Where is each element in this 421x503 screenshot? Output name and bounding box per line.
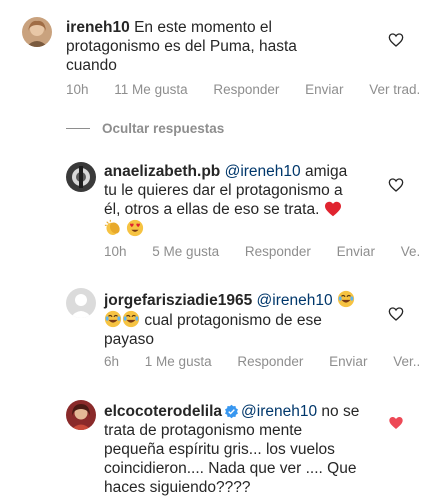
mention-link[interactable]: @ireneh10	[225, 163, 301, 180]
heart-icon[interactable]	[388, 32, 404, 48]
translate-button[interactable]: Ver trad...	[369, 82, 421, 97]
divider	[66, 128, 90, 129]
username[interactable]: jorgefarisziadie1965	[104, 292, 252, 309]
laughing-emoji-icon	[122, 310, 140, 328]
comment-text: anaelizabeth.pb @ireneh10 amiga tu le qu…	[104, 162, 384, 239]
comment-meta: 10h 5 Me gusta Responder Enviar Ve...	[104, 244, 421, 259]
comment-time: 6h	[104, 354, 120, 369]
verified-badge-icon	[225, 404, 238, 419]
reply-button[interactable]: Responder	[237, 354, 303, 369]
hide-replies-button[interactable]: Ocultar respuestas	[66, 121, 224, 136]
heart-icon[interactable]	[388, 177, 404, 193]
comment-body-line: En este momento el	[134, 19, 272, 36]
comment-body-line: trata de protagonismo mente	[104, 422, 303, 439]
comment-body-line: cuando	[66, 57, 117, 74]
comment-jorgefarisziadie: jorgefarisziadie1965 @ireneh10 cual prot…	[0, 283, 421, 383]
comment-body-line: cual protagonismo de ese	[144, 312, 322, 329]
reply-button[interactable]: Responder	[213, 82, 279, 97]
translate-button[interactable]: Ver...	[393, 354, 421, 369]
clapping-hands-emoji-icon	[104, 219, 120, 235]
username[interactable]: anaelizabeth.pb	[104, 163, 220, 180]
comment-body-line: él, otros a ellas de eso se trata.	[104, 201, 320, 218]
comment-body-line: payaso	[104, 331, 154, 348]
username[interactable]: elcocoterodelila	[104, 403, 222, 420]
comment-body-line: haces siguiendo????	[104, 479, 251, 496]
comment-text: jorgefarisziadie1965 @ireneh10 cual prot…	[104, 290, 384, 349]
red-heart-emoji-icon	[324, 201, 341, 217]
likes-count[interactable]: 1 Me gusta	[145, 354, 212, 369]
mention-link[interactable]: @ireneh10	[241, 403, 317, 420]
comment-time: 10h	[66, 82, 89, 97]
comment-anaelizabeth: anaelizabeth.pb @ireneh10 amiga tu le qu…	[0, 150, 421, 265]
reply-button[interactable]: Responder	[245, 244, 311, 259]
username[interactable]: ireneh10	[66, 19, 130, 36]
hide-replies-label: Ocultar respuestas	[102, 121, 225, 136]
likes-count[interactable]: 5 Me gusta	[152, 244, 219, 259]
liked-heart-icon[interactable]	[388, 415, 404, 431]
comment-body-line: coincidieron.... Nada que ver .... Que	[104, 460, 357, 477]
mention-link[interactable]: @ireneh10	[257, 292, 333, 309]
avatar[interactable]	[66, 288, 96, 318]
avatar[interactable]	[66, 400, 96, 430]
heart-icon[interactable]	[388, 306, 404, 322]
send-button[interactable]: Enviar	[329, 354, 367, 369]
comment-text: elcocoterodelila @ireneh10 no se trata d…	[104, 402, 384, 497]
laughing-emoji-icon	[104, 310, 122, 328]
comment-ireneh10: ireneh10 En este momento el protagonismo…	[0, 0, 421, 105]
comment-meta: 10h 11 Me gusta Responder Enviar Ver tra…	[66, 82, 421, 97]
send-button[interactable]: Enviar	[305, 82, 343, 97]
comment-meta: 6h 1 Me gusta Responder Enviar Ver...	[104, 354, 421, 369]
heart-eyes-emoji-icon	[127, 219, 144, 237]
send-button[interactable]: Enviar	[337, 244, 375, 259]
comment-body-line: no se	[321, 403, 360, 420]
avatar[interactable]	[22, 17, 52, 47]
comment-text: ireneh10 En este momento el protagonismo…	[66, 18, 386, 75]
translate-button[interactable]: Ve...	[401, 244, 421, 259]
comment-body-line: pequeña espíritu gris... los vuelos	[104, 441, 335, 458]
comment-body-line: protagonismo es del Puma, hasta	[66, 38, 297, 55]
comment-elcocoterodelila: elcocoterodelila @ireneh10 no se trata d…	[0, 395, 421, 503]
likes-count[interactable]: 11 Me gusta	[114, 82, 187, 97]
laughing-emoji-icon	[337, 290, 354, 308]
comment-time: 10h	[104, 244, 127, 259]
comment-body-line: amiga	[304, 163, 348, 180]
comment-body-line: tu le quieres dar el protagonismo a	[104, 182, 343, 199]
avatar[interactable]	[66, 162, 96, 192]
